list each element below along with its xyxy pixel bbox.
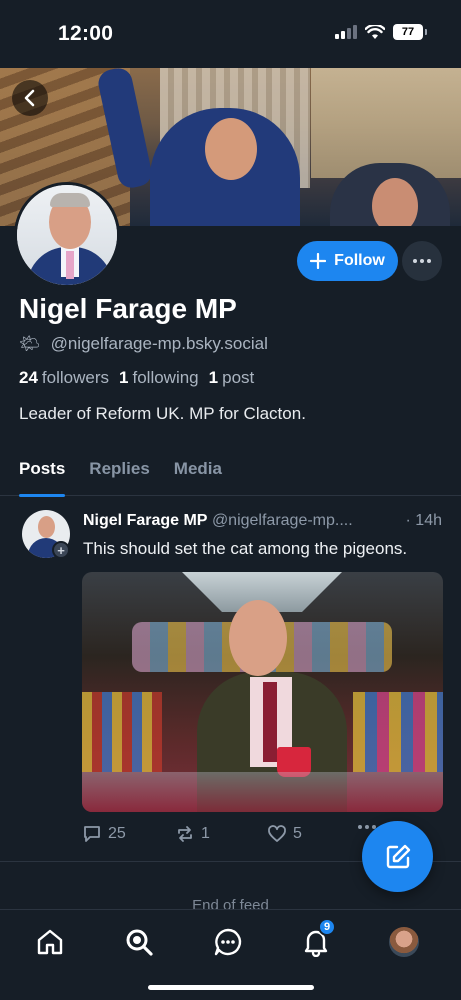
post-header: Nigel Farage MP @nigelfarage-mp.... [83, 512, 448, 530]
ellipsis-icon [413, 259, 431, 263]
repost-button[interactable]: 1 [175, 824, 210, 844]
reply-icon [84, 826, 100, 842]
followers-link[interactable]: 24 followers [19, 368, 109, 388]
tab-replies[interactable]: Replies [77, 452, 161, 496]
wifi-icon [365, 24, 385, 39]
post-author[interactable]: Nigel Farage MP [83, 512, 207, 529]
follow-plus-icon[interactable]: + [52, 541, 70, 559]
nav-notifications[interactable]: 9 [300, 918, 336, 958]
home-indicator [148, 985, 314, 990]
compose-icon [386, 844, 410, 868]
reply-button[interactable]: 25 [82, 824, 126, 844]
repost-count: 1 [201, 825, 210, 842]
battery-icon: 77 [393, 24, 427, 40]
like-count: 5 [293, 825, 302, 842]
sun-cloud-emoji: 🌤 [19, 334, 41, 353]
more-options-button[interactable] [402, 241, 442, 281]
tab-media[interactable]: Media [162, 452, 234, 496]
post-text: This should set the cat among the pigeon… [83, 539, 408, 558]
notification-badge: 9 [318, 918, 336, 936]
status-icons: 77 [335, 24, 427, 40]
posts-count: 1 post [208, 368, 255, 387]
nav-home[interactable] [34, 926, 66, 958]
handle-row: 🌤 @nigelfarage-mp.bsky.social [19, 334, 268, 354]
home-icon [37, 929, 63, 955]
post-timestamp[interactable]: · 14h [401, 512, 442, 530]
status-bar: 12:00 77 [0, 0, 461, 68]
following-link[interactable]: 1 following [119, 368, 199, 388]
heart-icon [268, 825, 286, 842]
tab-posts[interactable]: Posts [7, 452, 77, 497]
chat-icon [214, 928, 242, 956]
signal-icon [335, 25, 357, 39]
profile-avatar[interactable] [14, 182, 120, 288]
post-handle: @nigelfarage-mp.... [211, 512, 353, 529]
display-name: Nigel Farage MP [19, 293, 237, 324]
chevron-left-icon [24, 89, 35, 107]
repost-icon [178, 826, 192, 842]
like-button[interactable]: 5 [267, 824, 302, 844]
avatar [389, 927, 419, 957]
follow-label: Follow [334, 252, 385, 269]
profile-stats: 24 followers 1 following 1 post [19, 368, 254, 388]
follow-button[interactable]: Follow [297, 241, 398, 281]
compose-button[interactable] [362, 821, 433, 892]
plus-icon [310, 253, 327, 269]
status-time: 12:00 [58, 22, 114, 45]
post-image[interactable] [82, 572, 443, 812]
profile-handle: @nigelfarage-mp.bsky.social [50, 334, 268, 353]
post-actions: 25 1 5 [82, 824, 382, 846]
nav-profile[interactable] [388, 926, 420, 958]
feed-post[interactable]: + Nigel Farage MP @nigelfarage-mp.... · … [0, 497, 461, 862]
search-icon [126, 929, 153, 956]
back-button[interactable] [12, 80, 48, 116]
nav-chat[interactable] [212, 926, 244, 958]
nav-search[interactable] [123, 926, 155, 958]
profile-bio: Leader of Reform UK. MP for Clacton. [19, 404, 306, 423]
profile-tabs: Posts Replies Media [0, 452, 461, 497]
reply-count: 25 [108, 825, 126, 842]
